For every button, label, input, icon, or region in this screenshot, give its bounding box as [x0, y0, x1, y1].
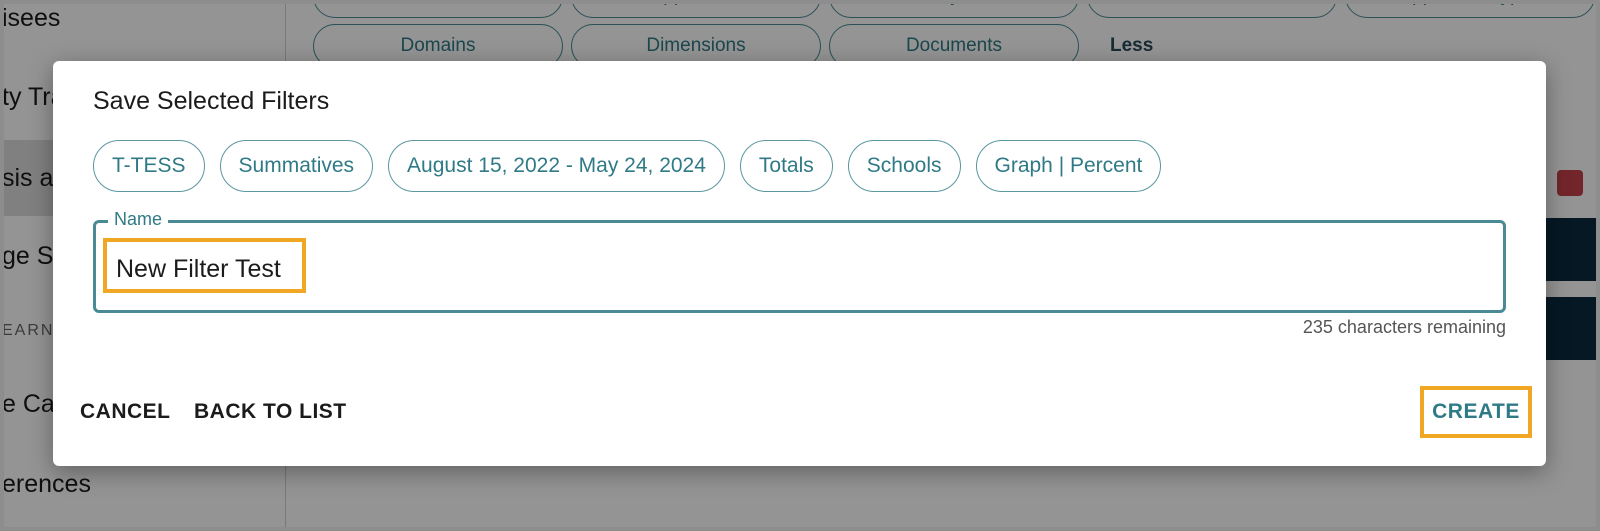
back-to-list-button[interactable]: BACK TO LIST	[194, 400, 347, 424]
save-filters-dialog: Save Selected Filters T-TESS Summatives …	[53, 61, 1546, 466]
selected-chip-ttess: T-TESS	[93, 140, 205, 192]
selected-chip-date-range: August 15, 2022 - May 24, 2024	[388, 140, 725, 192]
cancel-button[interactable]: CANCEL	[80, 400, 171, 424]
characters-remaining: 235 characters remaining	[1302, 317, 1506, 337]
selected-chip-schools: Schools	[847, 140, 961, 192]
name-input[interactable]	[116, 251, 1016, 287]
selected-chip-graph-percent: Graph | Percent	[975, 140, 1162, 192]
selected-chip-totals: Totals	[739, 140, 833, 192]
selected-chip-summatives: Summatives	[219, 140, 374, 192]
dialog-title: Save Selected Filters	[93, 87, 330, 115]
name-field: Name	[93, 209, 1506, 313]
create-button[interactable]: CREATE	[1420, 386, 1532, 438]
name-field-label: Name	[108, 209, 169, 230]
selected-filter-chips: T-TESS Summatives August 15, 2022 - May …	[93, 140, 1162, 192]
